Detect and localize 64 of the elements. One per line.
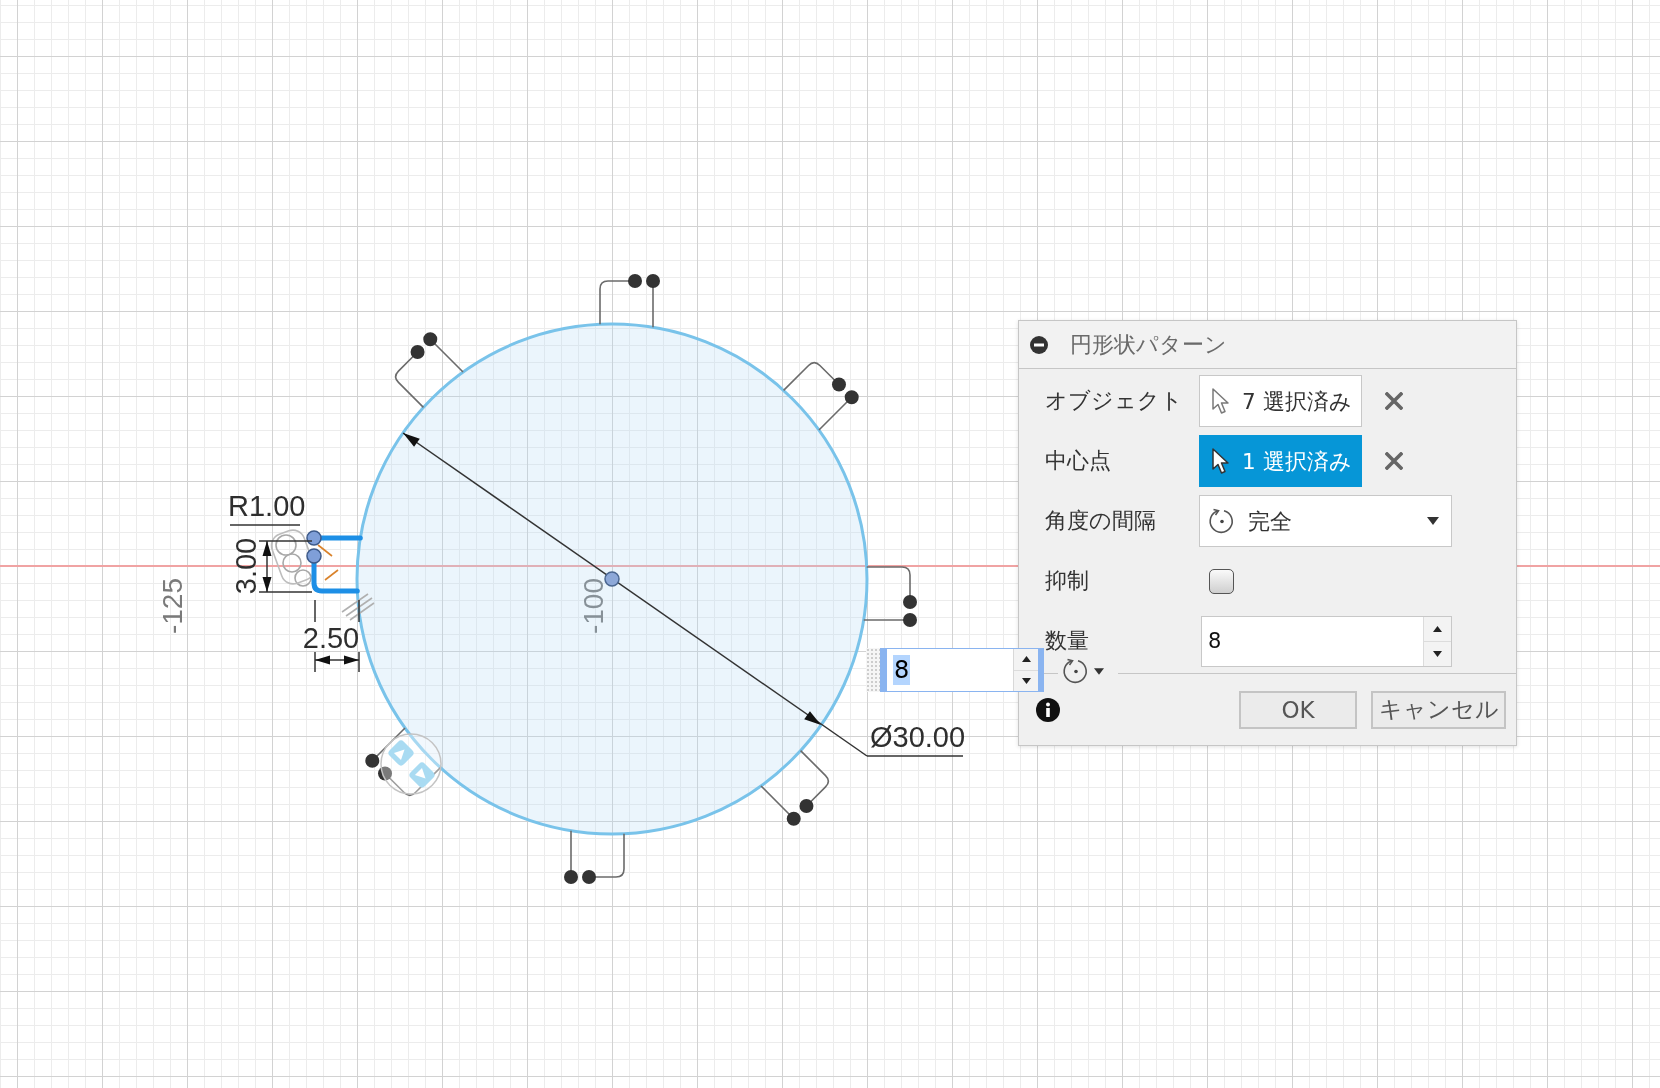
caret-down-icon — [1433, 650, 1442, 657]
drag-grip[interactable] — [866, 648, 880, 692]
sketch-point — [799, 799, 814, 813]
increment-button[interactable] — [1014, 649, 1038, 670]
text-selection: 8 — [893, 655, 911, 685]
sketch-point — [410, 345, 425, 359]
axis-label: -125 — [157, 578, 188, 634]
dimension-text: Ø30.00 — [870, 721, 966, 753]
leader-line — [229, 524, 301, 526]
sketch-point — [306, 530, 322, 546]
field-label: オブジェクト — [1045, 388, 1184, 414]
dropdown[interactable]: 完全 — [1199, 495, 1452, 547]
sketch-point — [903, 595, 917, 609]
sketch-point — [844, 390, 859, 405]
slot-outline — [570, 829, 625, 878]
arrow-handle[interactable] — [407, 760, 437, 790]
sketch-point — [903, 613, 917, 627]
cursor-icon — [1211, 447, 1231, 475]
number-input[interactable]: 8 — [1201, 615, 1452, 667]
sketch-point — [306, 548, 322, 564]
increment-button[interactable] — [1424, 616, 1451, 641]
selection-button[interactable]: 7 選択済み — [1199, 375, 1362, 427]
sketch-point — [832, 377, 846, 392]
sketch-point — [786, 811, 801, 826]
sketch-point — [582, 870, 596, 884]
dimension-line — [258, 540, 313, 593]
caret-up-icon — [1433, 625, 1442, 632]
rotate-icon — [1208, 507, 1236, 535]
center-point — [604, 571, 620, 587]
caret-down-icon — [1427, 517, 1439, 525]
dialog-button[interactable]: OK — [1239, 690, 1357, 729]
info-icon[interactable] — [1036, 697, 1060, 722]
close-icon[interactable] — [1385, 392, 1403, 410]
dimension-text: 2.50 — [302, 622, 360, 654]
cursor-icon — [1211, 387, 1231, 415]
field-label: 抑制 — [1045, 568, 1090, 594]
sketch-point — [365, 753, 380, 768]
sketch-point — [646, 274, 660, 288]
count-input[interactable]: 8 — [880, 648, 1044, 692]
collapse-icon[interactable] — [1030, 335, 1048, 354]
caret-down-icon — [1094, 667, 1104, 675]
field-label: 数量 — [1045, 628, 1090, 654]
dimension-text: 3.00 — [230, 537, 262, 595]
sketch-point — [628, 274, 642, 288]
close-icon[interactable] — [1385, 452, 1403, 470]
axis-label: -100 — [578, 578, 609, 634]
decrement-button[interactable] — [1424, 640, 1451, 666]
slot-outline — [862, 566, 911, 621]
sketch-point — [564, 870, 578, 884]
rotate-icon — [1062, 657, 1090, 685]
field-label: 角度の間隔 — [1045, 508, 1157, 534]
dialog-button[interactable]: キャンセル — [1371, 690, 1506, 729]
selected-slot — [311, 535, 363, 594]
dialog-title: 円形状パターン — [1070, 331, 1227, 358]
field-label: 中心点 — [1045, 448, 1112, 474]
caret-down-icon — [1021, 677, 1031, 684]
sketch-point — [378, 766, 392, 781]
caret-up-icon — [1021, 656, 1031, 663]
dimension-text: R1.00 — [228, 490, 306, 522]
checkbox[interactable] — [1209, 568, 1234, 594]
decrement-button[interactable] — [1014, 669, 1038, 691]
sketch-point — [423, 332, 438, 347]
slot-outline — [599, 280, 654, 329]
arrow-handle[interactable] — [386, 738, 416, 768]
